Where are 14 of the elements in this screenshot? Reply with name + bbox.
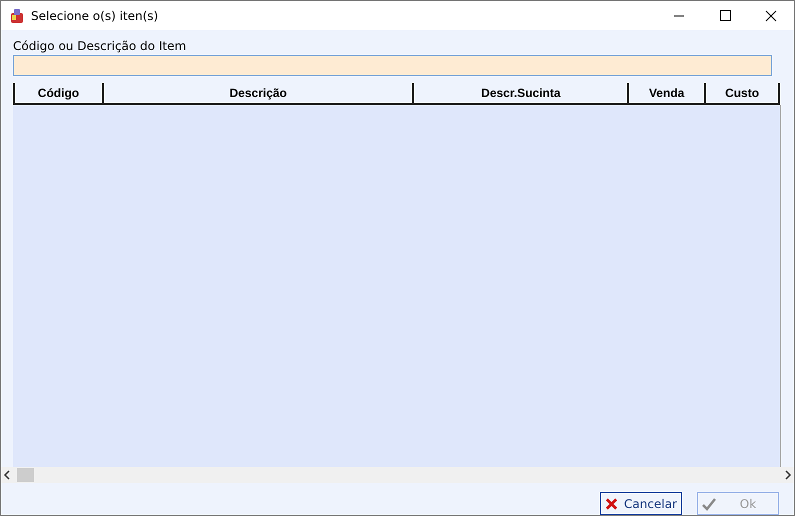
column-header[interactable]: Venda bbox=[627, 83, 704, 103]
scrollbar-thumb[interactable] bbox=[17, 468, 34, 482]
field-label: Código ou Descrição do Item bbox=[13, 39, 188, 53]
column-header[interactable]: Descrição bbox=[102, 83, 412, 103]
checkmark-icon bbox=[702, 496, 716, 510]
app-icon bbox=[9, 8, 25, 24]
cancel-button[interactable]: Cancelar bbox=[600, 492, 682, 515]
window-title: Selecione o(s) iten(s) bbox=[31, 8, 160, 22]
search-field[interactable] bbox=[13, 55, 772, 76]
horizontal-scrollbar[interactable] bbox=[1, 467, 794, 483]
column-header[interactable]: Código bbox=[13, 83, 102, 103]
column-header[interactable]: Custo bbox=[704, 83, 780, 103]
column-header[interactable]: Descr.Sucinta bbox=[412, 83, 628, 103]
close-icon bbox=[605, 496, 618, 510]
